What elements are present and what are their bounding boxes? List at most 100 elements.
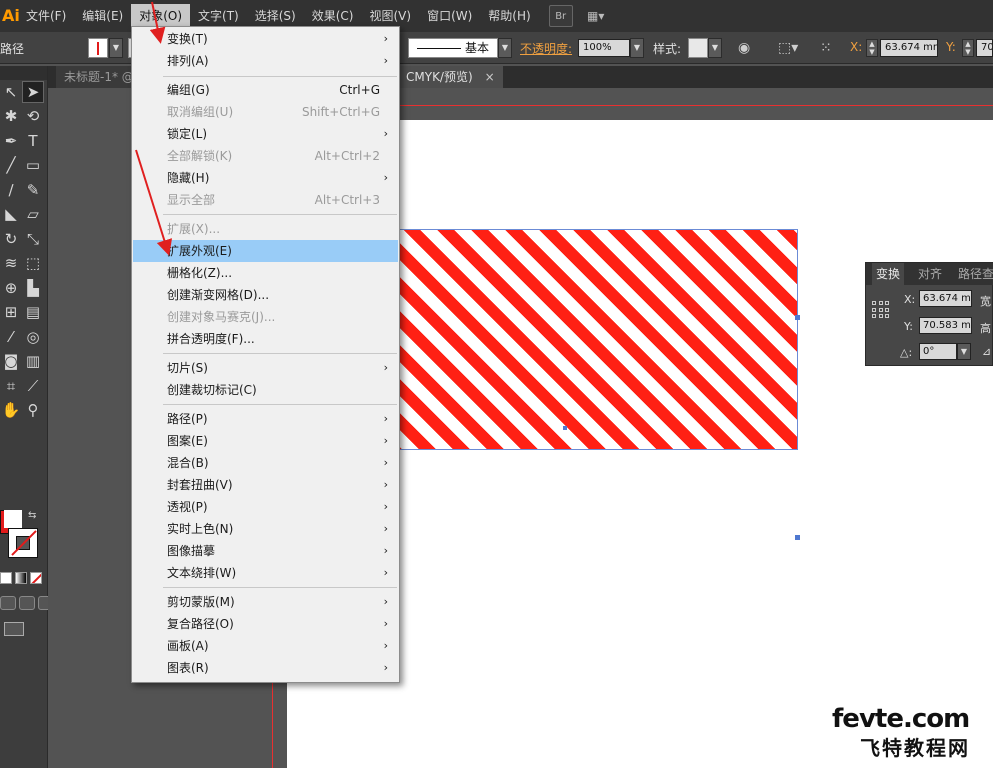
menu-item-text-wrap[interactable]: 文本绕排(W) › xyxy=(133,562,398,584)
lasso-tool-icon[interactable]: ⟲ xyxy=(22,106,44,128)
tab-pathfinder[interactable]: 路径查 xyxy=(958,263,993,285)
bridge-icon[interactable]: Br xyxy=(548,5,573,27)
tab-align[interactable]: 对齐 xyxy=(918,263,942,285)
screen-mode-icon[interactable] xyxy=(4,622,24,636)
stroke-swatch-tool[interactable] xyxy=(8,528,38,558)
eyedropper-tool-icon[interactable]: ⁄ xyxy=(0,326,22,348)
draw-behind-icon[interactable] xyxy=(19,596,35,610)
menu-item-arrange[interactable]: 排列(A) › xyxy=(133,50,398,72)
slice-tool-icon[interactable]: ⟋ xyxy=(22,375,44,397)
menu-select[interactable]: 选择(S) xyxy=(247,4,304,28)
menu-item-pattern[interactable]: 图案(E) › xyxy=(133,430,398,452)
free-transform-tool-icon[interactable]: ⬚ xyxy=(22,253,44,275)
x-stepper[interactable]: ▲ ▼ xyxy=(866,39,878,57)
magic-wand-tool-icon[interactable]: ✱ xyxy=(0,106,22,128)
pencil-tool-icon[interactable]: ✎ xyxy=(22,179,44,201)
arrange-documents-icon[interactable]: ▦▾ xyxy=(581,5,611,27)
column-graph-tool-icon[interactable]: ▥ xyxy=(22,351,44,373)
mesh-tool-icon[interactable]: ⊞ xyxy=(0,302,22,324)
tab-untitled-1[interactable]: 未标题-1* @ xyxy=(56,66,142,88)
tp-angle-dropdown[interactable]: ▼ xyxy=(957,343,971,360)
tp-x-input[interactable]: 63.674 mm xyxy=(919,290,972,307)
close-tab-icon[interactable]: × xyxy=(485,70,495,84)
reference-point-grid-icon[interactable] xyxy=(872,301,890,319)
color-mode-icon[interactable] xyxy=(0,572,12,584)
graphic-style-swatch[interactable] xyxy=(688,38,708,58)
none-mode-icon[interactable] xyxy=(30,572,42,584)
menu-item-envelope-distort[interactable]: 封套扭曲(V) › xyxy=(133,474,398,496)
stroke-swatch[interactable] xyxy=(88,38,108,58)
tools-panel-grip[interactable] xyxy=(0,66,47,80)
menu-effect[interactable]: 效果(C) xyxy=(304,4,362,28)
y-input[interactable]: 70 xyxy=(976,39,993,57)
menu-item-live-paint[interactable]: 实时上色(N) › xyxy=(133,518,398,540)
resize-handle-bottom-right[interactable] xyxy=(795,535,800,540)
menu-help[interactable]: 帮助(H) xyxy=(480,4,538,28)
menu-item-graph[interactable]: 图表(R) › xyxy=(133,657,398,679)
menu-view[interactable]: 视图(V) xyxy=(361,4,419,28)
direct-selection-tool-icon[interactable]: ↖ xyxy=(0,81,22,103)
menu-item-create-trim-marks[interactable]: 创建裁切标记(C) xyxy=(133,379,398,401)
blend-tool-icon[interactable]: ◎ xyxy=(22,326,44,348)
menu-file[interactable]: 文件(F) xyxy=(18,4,74,28)
opacity-input[interactable]: 100% xyxy=(578,39,630,57)
menu-item-rasterize[interactable]: 栅格化(Z)... xyxy=(133,262,398,284)
hand-tool-icon[interactable]: ✋ xyxy=(0,400,22,422)
menu-item-transform[interactable]: 变换(T) › xyxy=(133,28,398,50)
zoom-tool-icon[interactable]: ⚲ xyxy=(22,400,44,422)
swap-fill-stroke-icon[interactable]: ⇆ xyxy=(28,510,36,521)
menu-object[interactable]: 对象(O) xyxy=(131,4,191,28)
scale-tool-icon[interactable]: ⤡ xyxy=(22,228,44,250)
shape-builder-tool-icon[interactable]: ⊕ xyxy=(0,277,22,299)
menu-item-clipping-mask[interactable]: 剪切蒙版(M) › xyxy=(133,591,398,613)
rectangle-tool-icon[interactable]: ▭ xyxy=(22,155,44,177)
rotate-tool-icon[interactable]: ↻ xyxy=(0,228,22,250)
menu-item-image-trace[interactable]: 图像描摹 › xyxy=(133,540,398,562)
opacity-dropdown[interactable]: ▼ xyxy=(630,38,644,58)
menu-item-expand-appearance[interactable]: 扩展外观(E) xyxy=(133,240,398,262)
pen-tool-icon[interactable]: ✒ xyxy=(0,130,22,152)
x-input[interactable]: 63.674 mm xyxy=(880,39,938,57)
menu-item-artboards[interactable]: 画板(A) › xyxy=(133,635,398,657)
blob-brush-tool-icon[interactable]: ◣ xyxy=(0,204,22,226)
symbol-sprayer-tool-icon[interactable]: ◙ xyxy=(0,351,22,373)
menu-item-lock[interactable]: 锁定(L) › xyxy=(133,123,398,145)
brush-style-dropdown[interactable]: ▼ xyxy=(498,38,512,58)
menu-item-perspective[interactable]: 透视(P) › xyxy=(133,496,398,518)
perspective-grid-tool-icon[interactable]: ▙ xyxy=(22,277,44,299)
recolor-artwork-icon[interactable]: ◉ xyxy=(738,39,750,57)
draw-normal-icon[interactable] xyxy=(0,596,16,610)
menu-item-path[interactable]: 路径(P) › xyxy=(133,408,398,430)
menu-item-hide[interactable]: 隐藏(H) › xyxy=(133,167,398,189)
graphic-style-dropdown[interactable]: ▼ xyxy=(708,38,722,58)
stroke-swatch-dropdown[interactable]: ▼ xyxy=(109,38,123,58)
gradient-tool-icon[interactable]: ▤ xyxy=(22,302,44,324)
menu-item-create-gradient-mesh[interactable]: 创建渐变网格(D)... xyxy=(133,284,398,306)
opacity-label[interactable]: 不透明度: xyxy=(520,40,572,57)
menu-window[interactable]: 窗口(W) xyxy=(419,4,480,28)
artboard-tool-icon[interactable]: ⌗ xyxy=(0,375,22,397)
line-tool-icon[interactable]: ╱ xyxy=(0,155,22,177)
y-stepper[interactable]: ▲ ▼ xyxy=(962,39,974,57)
menu-item-group[interactable]: 编组(G) Ctrl+G xyxy=(133,79,398,101)
menu-item-compound-path[interactable]: 复合路径(O) › xyxy=(133,613,398,635)
fill-stroke-widget[interactable]: ⇆ xyxy=(0,506,46,566)
tab-transform[interactable]: 变换 xyxy=(872,263,905,285)
eraser-tool-icon[interactable]: ▱ xyxy=(22,204,44,226)
selection-tool-icon[interactable]: ➤ xyxy=(22,81,44,104)
menu-item-flatten-transparency[interactable]: 拼合透明度(F)... xyxy=(133,328,398,350)
gradient-mode-icon[interactable] xyxy=(15,572,27,584)
align-options-icon[interactable]: ⬚▾ xyxy=(778,39,798,57)
type-tool-icon[interactable]: T xyxy=(22,130,44,152)
menu-type[interactable]: 文字(T) xyxy=(190,4,247,28)
width-tool-icon[interactable]: ≋ xyxy=(0,253,22,275)
menu-edit[interactable]: 编辑(E) xyxy=(74,4,131,28)
tp-angle-input[interactable]: 0° xyxy=(919,343,957,360)
tab-active-document[interactable]: CMYK/预览) × xyxy=(398,66,503,88)
paintbrush-tool-icon[interactable]: ∕ xyxy=(0,179,22,201)
reference-point-icon[interactable]: ⁙ xyxy=(820,39,832,57)
tp-y-input[interactable]: 70.583 mm xyxy=(919,317,972,334)
menu-item-blend[interactable]: 混合(B) › xyxy=(133,452,398,474)
menu-item-slice[interactable]: 切片(S) › xyxy=(133,357,398,379)
resize-handle-top-right[interactable] xyxy=(795,315,800,320)
